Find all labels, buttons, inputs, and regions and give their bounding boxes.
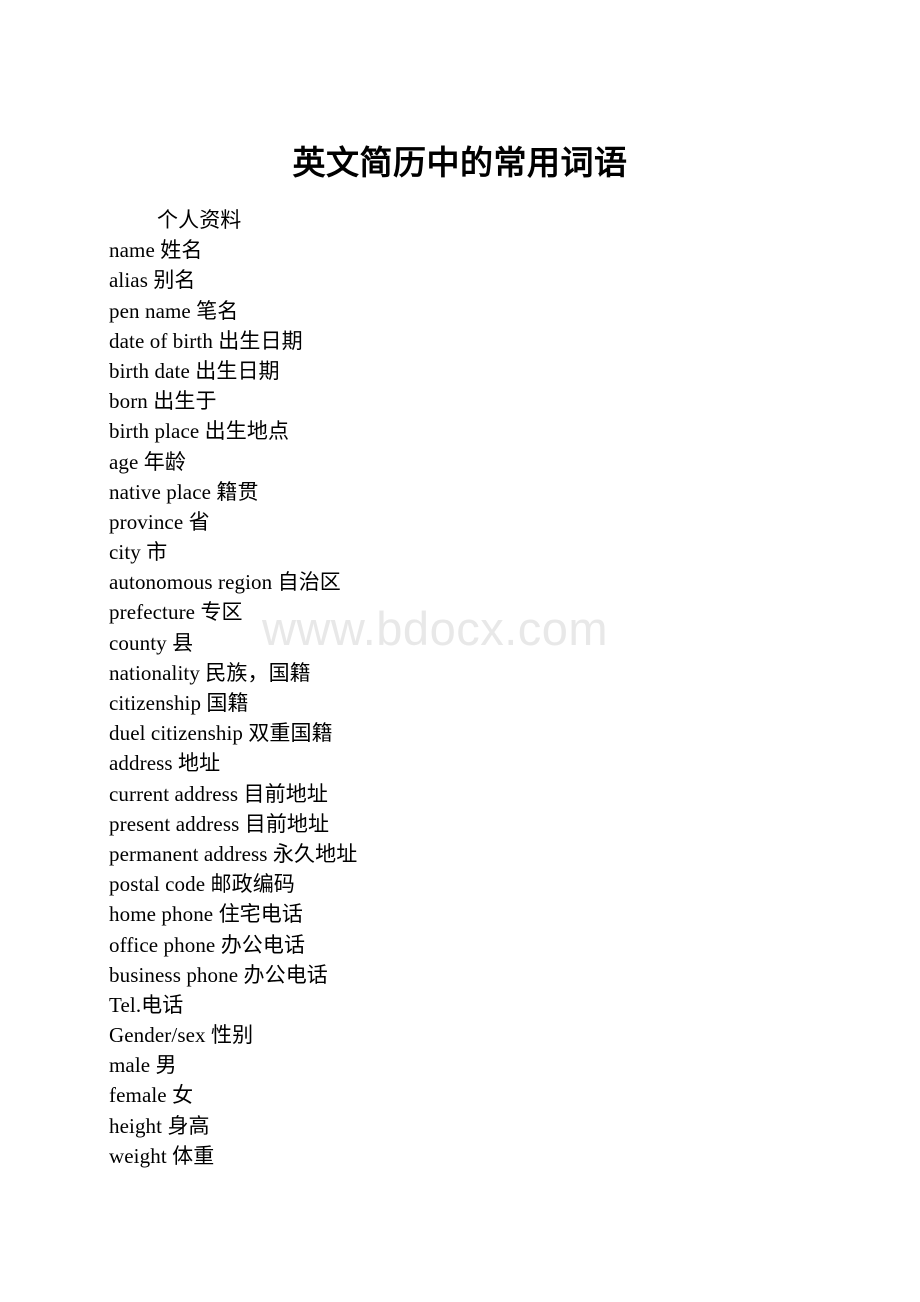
list-item: name 姓名 bbox=[109, 238, 203, 263]
list-item: city 市 bbox=[109, 540, 168, 565]
list-item: female 女 bbox=[109, 1083, 194, 1108]
list-item: citizenship 国籍 bbox=[109, 691, 249, 715]
list-item: permanent address 永久地址 bbox=[109, 841, 358, 866]
list-item: born 出生于 bbox=[109, 389, 217, 414]
list-item: current address 目前地址 bbox=[109, 781, 328, 806]
list-item: business phone 办公电话 bbox=[109, 962, 328, 987]
list-item: age 年龄 bbox=[109, 449, 186, 474]
list-item: home phone 住宅电话 bbox=[109, 902, 303, 927]
list-item: alias 别名 bbox=[109, 268, 196, 293]
list-item: office phone 办公电话 bbox=[109, 932, 306, 957]
list-item: autonomous region 自治区 bbox=[109, 570, 341, 595]
list-item: male 男 bbox=[109, 1053, 177, 1078]
section-heading: 个人资料 bbox=[157, 208, 242, 232]
list-item: height 身高 bbox=[109, 1113, 210, 1138]
list-item: Tel.电话 bbox=[109, 992, 184, 1017]
list-item: present address 目前地址 bbox=[109, 811, 330, 836]
page-title: 英文简历中的常用词语 bbox=[292, 146, 628, 182]
list-item: nationality 民族，国籍 bbox=[109, 660, 311, 685]
list-item: pen name 笔名 bbox=[109, 298, 239, 323]
list-item: birth place 出生地点 bbox=[109, 419, 290, 444]
list-item: county 县 bbox=[109, 630, 194, 655]
list-item: postal code 邮政编码 bbox=[109, 872, 295, 897]
list-item: province 省 bbox=[109, 509, 210, 534]
vocabulary-list: 个人资料 name 姓名 alias 别名 pen name 笔名 date of bi… bbox=[109, 205, 869, 1171]
list-item: date of birth 出生日期 bbox=[109, 328, 303, 353]
document-page: www.bdocx.com 英文简历中的常用词语 个人资料 name 姓名 alia… bbox=[0, 0, 920, 1302]
list-item: native place 籍贯 bbox=[109, 479, 259, 504]
list-item: birth date 出生日期 bbox=[109, 358, 280, 383]
list-item: prefecture 专区 bbox=[109, 600, 243, 625]
list-item: weight 体重 bbox=[109, 1143, 215, 1168]
list-item: duel citizenship 双重国籍 bbox=[109, 721, 333, 746]
list-item: address 地址 bbox=[109, 751, 221, 776]
list-item: Gender/sex 性别 bbox=[109, 1023, 254, 1048]
